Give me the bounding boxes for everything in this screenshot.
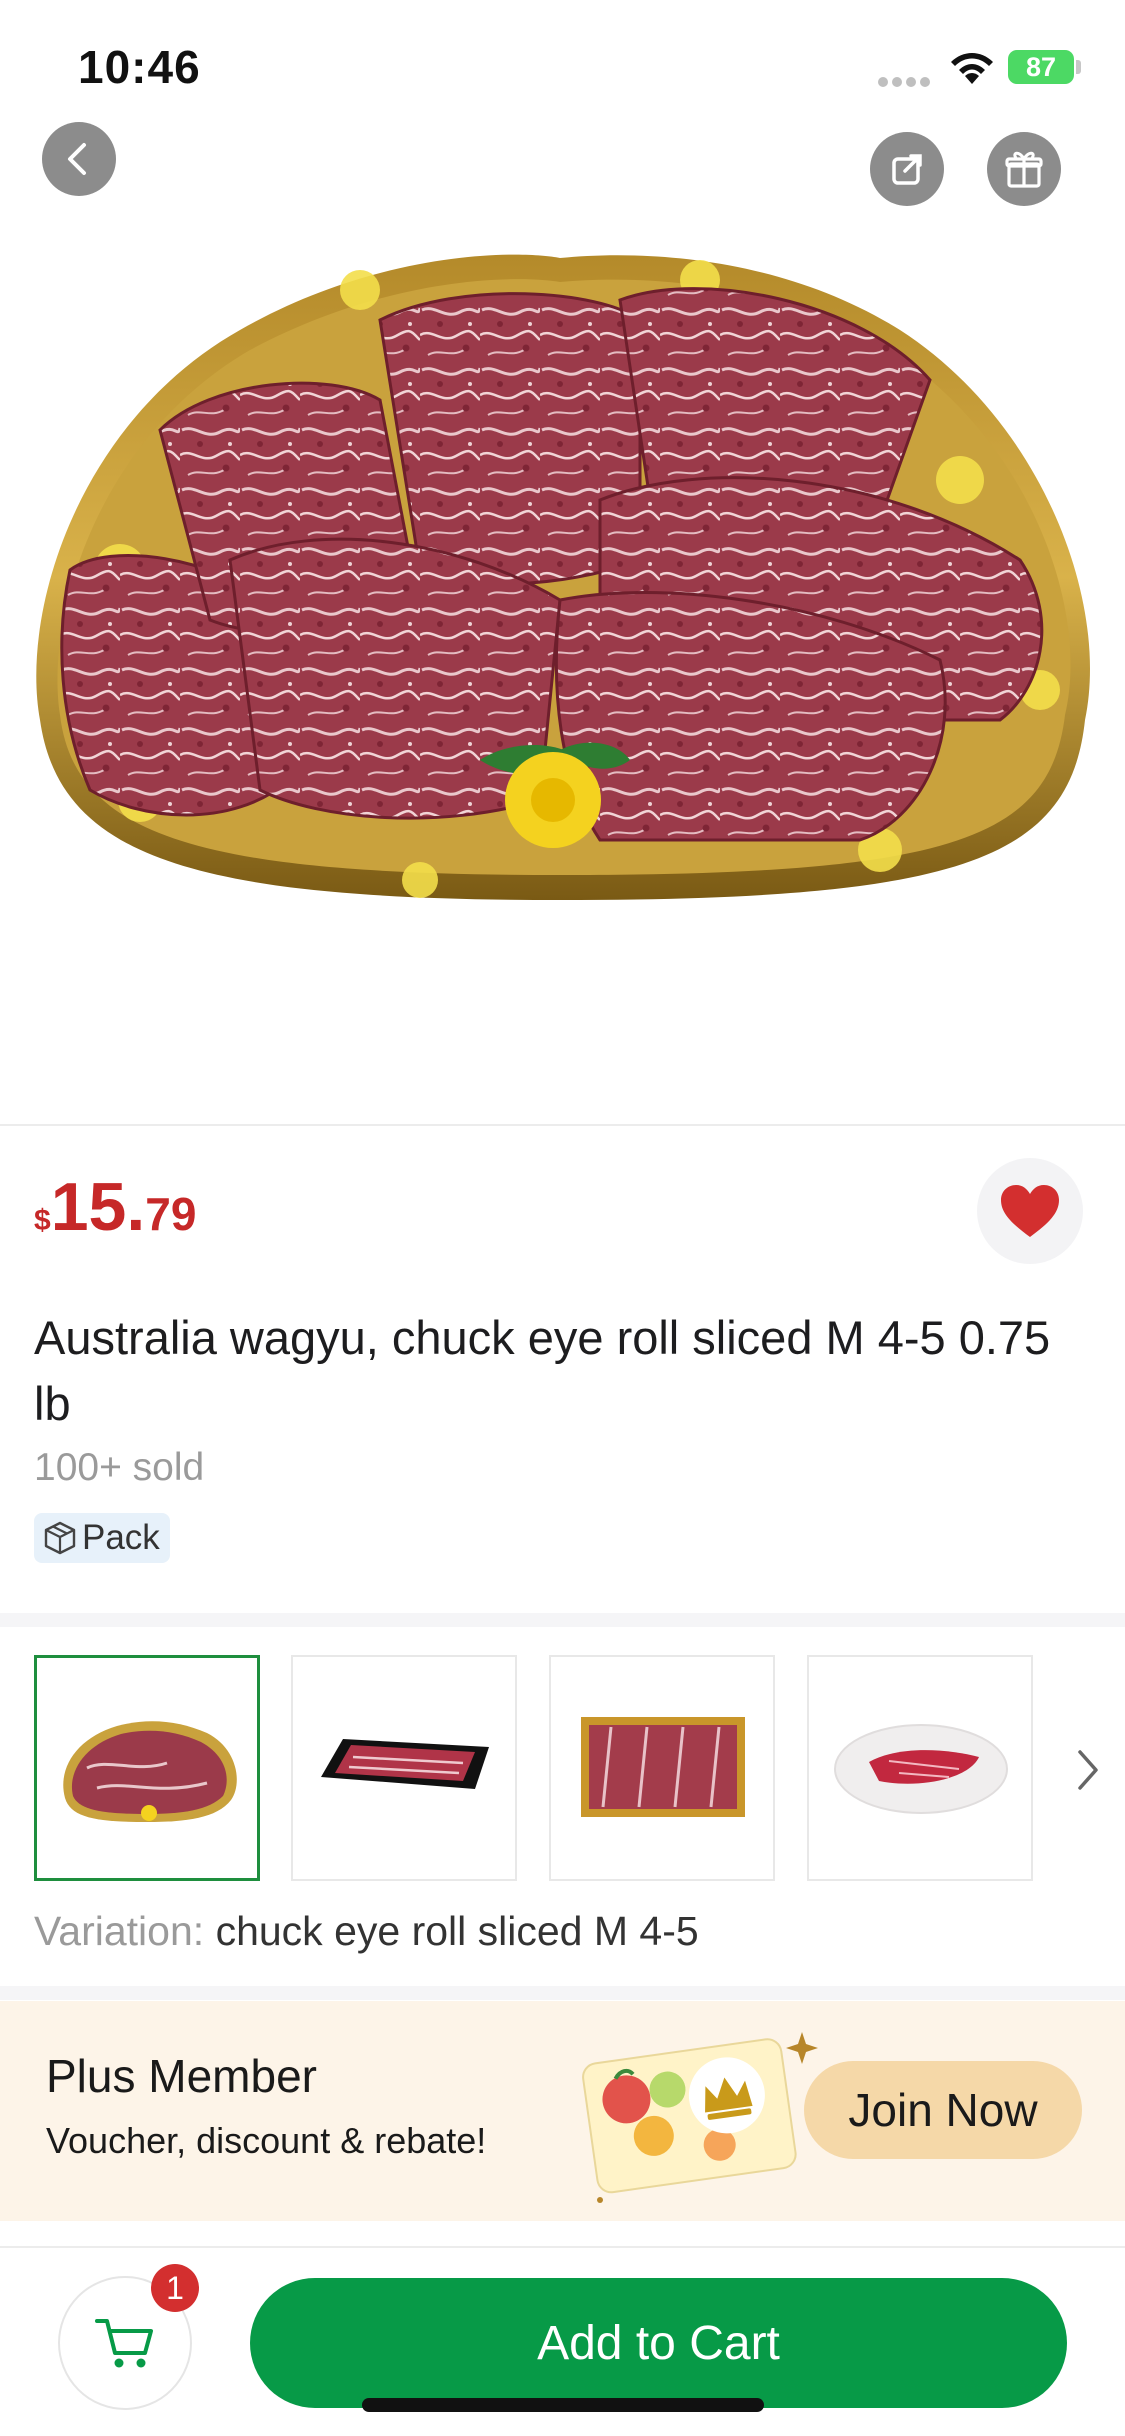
price-dot: . (126, 1169, 146, 1245)
battery-icon: 87 (1008, 50, 1074, 84)
section-separator (0, 1986, 1125, 2000)
price-decimal: 79 (145, 1188, 197, 1240)
pack-tag: Pack (34, 1513, 170, 1563)
status-time: 10:46 (78, 41, 201, 93)
sold-count: 100+ sold (34, 1446, 205, 1489)
home-indicator (362, 2398, 764, 2412)
battery-level: 87 (1025, 52, 1057, 82)
plus-member-card-illustration (582, 2032, 818, 2203)
thumbnail-white-plate (834, 1724, 1008, 1814)
product-title: Australia wagyu, chuck eye roll sliced M… (34, 1311, 1051, 1430)
product-price: $15.79 (34, 1168, 196, 1246)
gift-icon (1005, 151, 1043, 188)
thumbnail-1[interactable] (34, 1655, 260, 1881)
pack-box-icon (44, 1521, 76, 1555)
plus-member-title: Plus Member (46, 2050, 317, 2102)
back-icon (68, 143, 86, 175)
pack-tag-label: Pack (82, 1518, 160, 1557)
thumbnail-4[interactable] (807, 1655, 1033, 1881)
plus-member-subtitle: Voucher, discount & rebate! (46, 2120, 487, 2161)
section-separator (0, 1613, 1125, 1627)
favorite-button[interactable] (977, 1158, 1083, 1264)
wagyu-tray-image (36, 254, 1090, 900)
variation-label: Variation: (34, 1908, 205, 1954)
add-to-cart-button[interactable]: Add to Cart (250, 2278, 1067, 2408)
cart-count-badge: 1 (151, 2264, 199, 2312)
signal-icon (878, 74, 934, 87)
bottom-bar-divider (0, 2246, 1125, 2248)
join-now-button[interactable]: Join Now (804, 2061, 1082, 2159)
price-integer: 15 (50, 1169, 127, 1245)
battery-tip (1076, 60, 1081, 74)
product-detail-page: 10:46 87 $15.79 Australia wagyu, chuck e… (0, 0, 1125, 2436)
thumbnail-black-rect-tray (321, 1739, 489, 1789)
share-button[interactable] (870, 132, 944, 206)
heart-icon (1001, 1185, 1059, 1237)
price-currency: $ (34, 1204, 51, 1237)
back-button[interactable] (42, 122, 116, 196)
status-bar: 10:46 87 (0, 0, 1125, 130)
cart-icon (95, 2319, 153, 2368)
wifi-icon (951, 53, 993, 84)
thumbnail-2[interactable] (291, 1655, 517, 1881)
hero-divider (0, 1124, 1125, 1126)
product-hero-image[interactable] (0, 0, 1125, 1125)
variation-value: chuck eye roll sliced M 4-5 (215, 1908, 699, 1954)
thumbnail-tray-half-round (63, 1721, 237, 1822)
share-icon (892, 154, 922, 185)
thumbnail-3[interactable] (549, 1655, 775, 1881)
gift-button[interactable] (987, 132, 1061, 206)
thumbnail-gold-rect-tray (581, 1717, 745, 1817)
variation-row: Variation: chuck eye roll sliced M 4-5 (34, 1908, 699, 1955)
chevron-right-icon[interactable] (1068, 1742, 1108, 1798)
